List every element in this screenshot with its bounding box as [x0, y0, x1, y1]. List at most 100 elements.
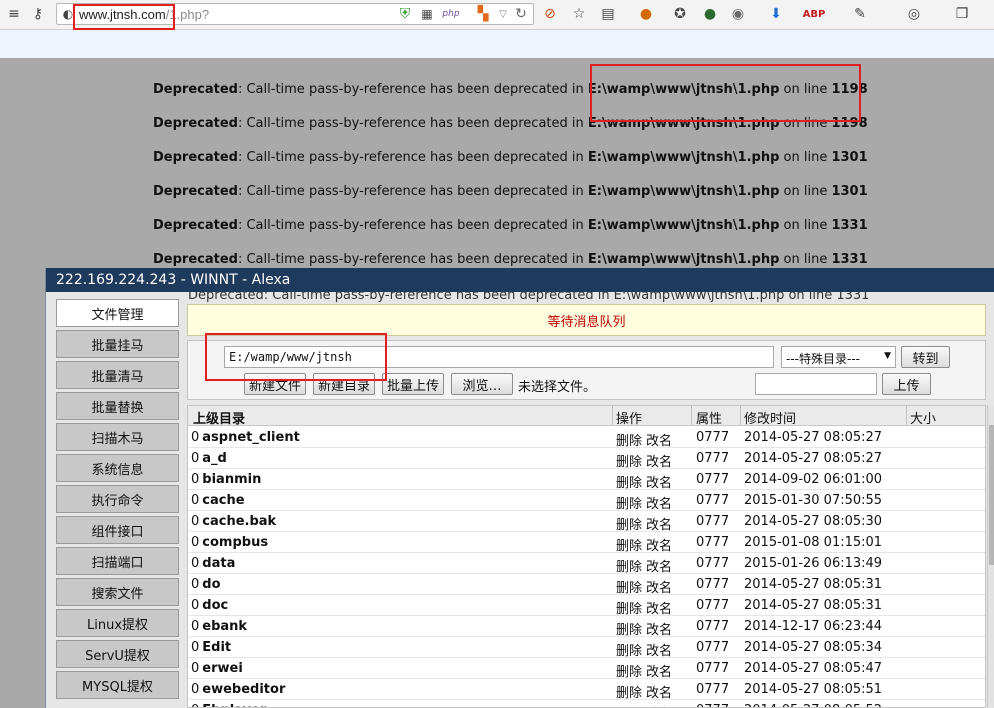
file-name[interactable]: 0 doc: [191, 598, 228, 613]
bug-icon[interactable]: ●: [700, 4, 720, 24]
delete-link[interactable]: 删除: [616, 640, 642, 659]
file-name[interactable]: 0 ebank: [191, 619, 247, 634]
rename-link[interactable]: 改名: [646, 556, 672, 575]
rename-link[interactable]: 改名: [646, 640, 672, 659]
star-icon[interactable]: ☆: [569, 4, 589, 24]
path-input[interactable]: E:/wamp/www/jtnsh: [224, 346, 774, 368]
download-icon[interactable]: ⬇: [766, 4, 786, 24]
rename-link[interactable]: 改名: [646, 535, 672, 554]
table-row[interactable]: 0 compbus 删除 改名 0777 2015-01-08 01:15:01: [188, 532, 985, 554]
new-dir-button[interactable]: 新建目录: [313, 373, 375, 395]
rename-link[interactable]: 改名: [646, 619, 672, 638]
sidebar-item-scan-port[interactable]: 扫描端口: [56, 547, 179, 575]
sidebar-item-servu-privesc[interactable]: ServU提权: [56, 640, 179, 668]
delete-link[interactable]: 删除: [616, 598, 642, 617]
globe2-icon[interactable]: ◉: [728, 4, 748, 24]
rename-link[interactable]: 改名: [646, 430, 672, 449]
dir-name[interactable]: compbus: [202, 535, 268, 550]
table-scrollbar[interactable]: [987, 405, 994, 708]
table-row[interactable]: 0 do 删除 改名 0777 2014-05-27 08:05:31: [188, 574, 985, 596]
dir-name[interactable]: erwei: [202, 661, 243, 676]
delete-link[interactable]: 删除: [616, 703, 642, 707]
file-name[interactable]: 0 bianmin: [191, 472, 261, 487]
shield-icon[interactable]: ⛨: [395, 4, 415, 24]
sidebar-item-batch-inject[interactable]: 批量挂马: [56, 330, 179, 358]
delete-link[interactable]: 删除: [616, 493, 642, 512]
table-row[interactable]: 0 a_d 删除 改名 0777 2014-05-27 08:05:27: [188, 448, 985, 470]
rename-link[interactable]: 改名: [646, 472, 672, 491]
sidebar-item-batch-clean[interactable]: 批量清马: [56, 361, 179, 389]
sidebar-item-system-info[interactable]: 系统信息: [56, 454, 179, 482]
sidebar-item-batch-replace[interactable]: 批量替换: [56, 392, 179, 420]
delete-link[interactable]: 删除: [616, 514, 642, 533]
delete-link[interactable]: 删除: [616, 577, 642, 596]
rename-link[interactable]: 改名: [646, 577, 672, 596]
window-icon[interactable]: ❐: [952, 4, 972, 24]
rename-link[interactable]: 改名: [646, 661, 672, 680]
sidebar-item-linux-privesc[interactable]: Linux提权: [56, 609, 179, 637]
table-row[interactable]: 0 cache 删除 改名 0777 2015-01-30 07:50:55: [188, 490, 985, 512]
clipboard-icon[interactable]: ▤: [598, 4, 618, 24]
dir-name[interactable]: Fbplayer: [202, 703, 266, 707]
reload-icon[interactable]: ↻: [511, 4, 531, 24]
upload-button[interactable]: 上传: [882, 373, 931, 395]
file-name[interactable]: 0 cache.bak: [191, 514, 276, 529]
delete-link[interactable]: 删除: [616, 430, 642, 449]
sidebar-item-scan-trojan[interactable]: 扫描木马: [56, 423, 179, 451]
new-file-button[interactable]: 新建文件: [244, 373, 306, 395]
dropdown-icon[interactable]: ▽: [493, 4, 513, 24]
php-icon[interactable]: php: [441, 4, 461, 24]
delete-link[interactable]: 删除: [616, 556, 642, 575]
table-row[interactable]: 0 bianmin 删除 改名 0777 2014-09-02 06:01:00: [188, 469, 985, 491]
sidebar-item-search-file[interactable]: 搜索文件: [56, 578, 179, 606]
rename-link[interactable]: 改名: [646, 493, 672, 512]
disk-icon[interactable]: ◎: [904, 4, 924, 24]
delete-link[interactable]: 删除: [616, 619, 642, 638]
table-row[interactable]: 0 erwei 删除 改名 0777 2014-05-27 08:05:47: [188, 658, 985, 680]
goto-button[interactable]: 转到: [901, 346, 950, 368]
table-row[interactable]: 0 data 删除 改名 0777 2015-01-26 06:13:49: [188, 553, 985, 575]
dir-name[interactable]: ewebeditor: [202, 682, 285, 697]
file-name[interactable]: 0 erwei: [191, 661, 243, 676]
file-name[interactable]: 0 compbus: [191, 535, 268, 550]
file-name[interactable]: 0 data: [191, 556, 235, 571]
dir-name[interactable]: do: [202, 577, 220, 592]
file-name[interactable]: 0 ewebeditor: [191, 682, 285, 697]
table-row[interactable]: 0 cache.bak 删除 改名 0777 2014-05-27 08:05:30: [188, 511, 985, 533]
sidebar-item-file-manager[interactable]: 文件管理: [56, 299, 179, 327]
dir-name[interactable]: doc: [202, 598, 228, 613]
file-name[interactable]: 0 aspnet_client: [191, 430, 300, 445]
rename-link[interactable]: 改名: [646, 598, 672, 617]
sidebar-item-component-interface[interactable]: 组件接口: [56, 516, 179, 544]
table-row[interactable]: 0 doc 删除 改名 0777 2014-05-27 08:05:31: [188, 595, 985, 617]
dir-name[interactable]: cache.bak: [202, 514, 276, 529]
dir-name[interactable]: bianmin: [202, 472, 261, 487]
delete-link[interactable]: 删除: [616, 682, 642, 701]
rename-link[interactable]: 改名: [646, 682, 672, 701]
dir-name[interactable]: aspnet_client: [202, 430, 300, 445]
dir-name[interactable]: a_d: [202, 451, 227, 466]
batch-upload-button[interactable]: 批量上传: [382, 373, 444, 395]
table-row[interactable]: 0 Edit 删除 改名 0777 2014-05-27 08:05:34: [188, 637, 985, 659]
windows-icon[interactable]: ▚: [473, 4, 493, 24]
sidebar-item-exec-command[interactable]: 执行命令: [56, 485, 179, 513]
rename-link[interactable]: 改名: [646, 703, 672, 707]
table-row[interactable]: 0 ewebeditor 删除 改名 0777 2014-05-27 08:05:51: [188, 679, 985, 701]
table-row[interactable]: 0Fbplayer 删除改名 0777 2014-05-27 08:05:52: [188, 700, 985, 707]
dir-name[interactable]: data: [202, 556, 235, 571]
browse-button[interactable]: 浏览…: [451, 373, 513, 395]
dir-name[interactable]: Edit: [202, 640, 231, 655]
block-icon[interactable]: ⊘: [540, 4, 560, 24]
delete-link[interactable]: 删除: [616, 535, 642, 554]
column-parent-dir[interactable]: 上级目录: [193, 408, 245, 427]
file-name[interactable]: 0 cache: [191, 493, 245, 508]
dir-name[interactable]: cache: [202, 493, 244, 508]
rename-link[interactable]: 改名: [646, 451, 672, 470]
scrollbar-thumb[interactable]: [989, 425, 994, 565]
url-bar[interactable]: ◐ www.jtnsh.com/1.php? ⛨ ▦ php ▚ ▽ ↻: [56, 3, 534, 25]
tool-icon[interactable]: ✎: [850, 4, 870, 24]
delete-link[interactable]: 删除: [616, 472, 642, 491]
table-row[interactable]: 0 aspnet_client 删除 改名 0777 2014-05-27 08:05:2…: [188, 427, 985, 449]
file-name[interactable]: 0Fbplayer: [191, 703, 266, 707]
delete-link[interactable]: 删除: [616, 451, 642, 470]
